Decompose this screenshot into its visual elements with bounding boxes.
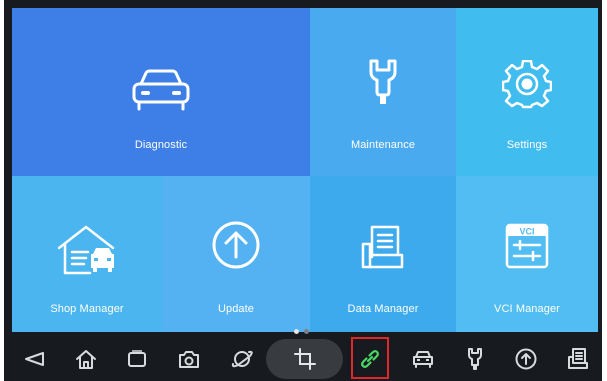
update-icon [515,348,537,369]
tile-diagnostic[interactable]: Diagnostic [12,8,310,176]
link-button[interactable] [350,336,390,381]
browser-button[interactable] [222,336,262,381]
upload-icon [212,221,260,269]
tile-label: Maintenance [350,139,416,151]
report-button[interactable] [558,336,598,381]
back-icon [25,351,44,366]
page-dot[interactable] [304,329,309,334]
camera-button[interactable] [169,336,209,381]
home-button[interactable] [66,336,106,381]
page-indicator [294,329,309,334]
camera-icon [179,350,199,368]
vci-icon-text: VCI [519,227,534,237]
tile-maintenance[interactable]: Maintenance [310,8,456,176]
tile-shop-manager[interactable]: Shop Manager [12,176,162,332]
tile-data-manager[interactable]: Data Manager [310,176,456,332]
car-icon [132,69,190,111]
tile-label: Update [217,303,255,315]
tile-label: Diagnostic [134,139,188,151]
navigation-bar [4,336,602,381]
update-button[interactable] [506,336,546,381]
vci-device-icon: VCI [505,223,549,269]
browser-icon [231,350,253,367]
home-icon [76,349,96,369]
gear-icon [502,60,552,109]
tile-label: Data Manager [347,303,419,315]
tile-label: VCI Manager [494,303,560,315]
recent-apps-button[interactable] [117,336,157,381]
home-screen: Diagnostic Maintenance Settings Shop Man… [4,0,602,381]
tile-label: Shop Manager [50,303,124,315]
wrench-icon [468,347,482,370]
page-dot-active[interactable] [294,329,299,334]
tile-settings[interactable]: Settings [456,8,598,176]
back-button[interactable] [14,336,54,381]
vehicle-button[interactable] [403,336,443,381]
maintenance-button[interactable] [455,336,495,381]
crop-button[interactable] [285,336,325,381]
tile-label: Settings [506,139,548,151]
wrench-icon [369,59,397,104]
tile-update[interactable]: Update [162,176,310,332]
recent-apps-icon [128,349,146,367]
tile-vci-manager[interactable]: VCI VCI Manager [456,176,598,332]
link-icon [361,349,379,368]
car-icon [413,350,433,368]
report-icon [568,347,588,369]
crop-icon [294,347,316,370]
folder-documents-icon [361,225,404,269]
shop-icon [57,225,115,275]
